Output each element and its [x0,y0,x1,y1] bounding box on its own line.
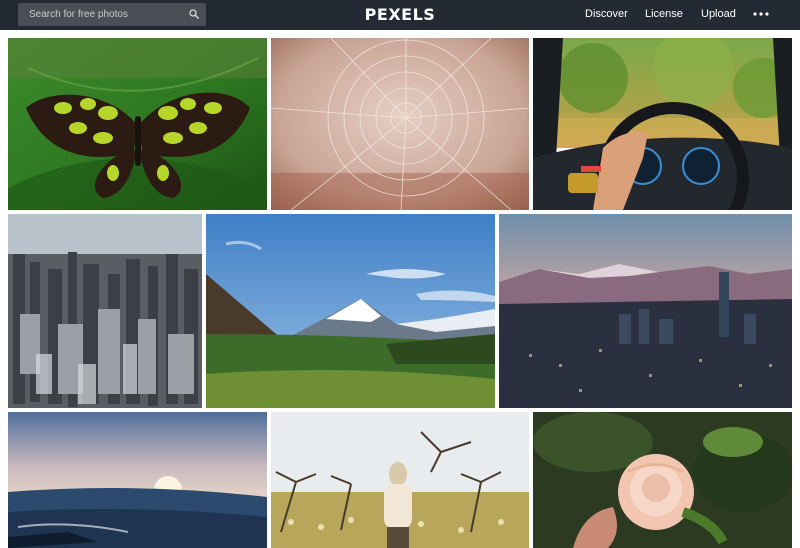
search-input[interactable] [18,3,183,26]
nav-discover[interactable]: Discover [585,8,628,20]
photo-car-steering-wheel[interactable] [533,38,792,210]
top-bar: PEXELS Discover License Upload [0,0,800,30]
photo-city-skyline[interactable] [8,214,202,408]
nav-license[interactable]: License [645,8,683,20]
photo-snowy-mountains[interactable] [206,214,495,408]
photo-ocean-sunset[interactable] [8,412,267,548]
nav-upload[interactable]: Upload [701,8,736,20]
photo-butterfly[interactable] [8,38,267,210]
photo-peach-rose[interactable] [533,412,792,548]
photo-spider-web[interactable] [271,38,529,210]
photo-woman-in-vineyard[interactable] [271,412,529,548]
pexels-logo[interactable]: PEXELS [365,5,436,24]
more-options-icon[interactable] [753,8,769,20]
photo-city-at-dusk-mountains[interactable] [499,214,792,408]
search-icon[interactable] [189,9,199,19]
search-box[interactable] [18,3,206,26]
